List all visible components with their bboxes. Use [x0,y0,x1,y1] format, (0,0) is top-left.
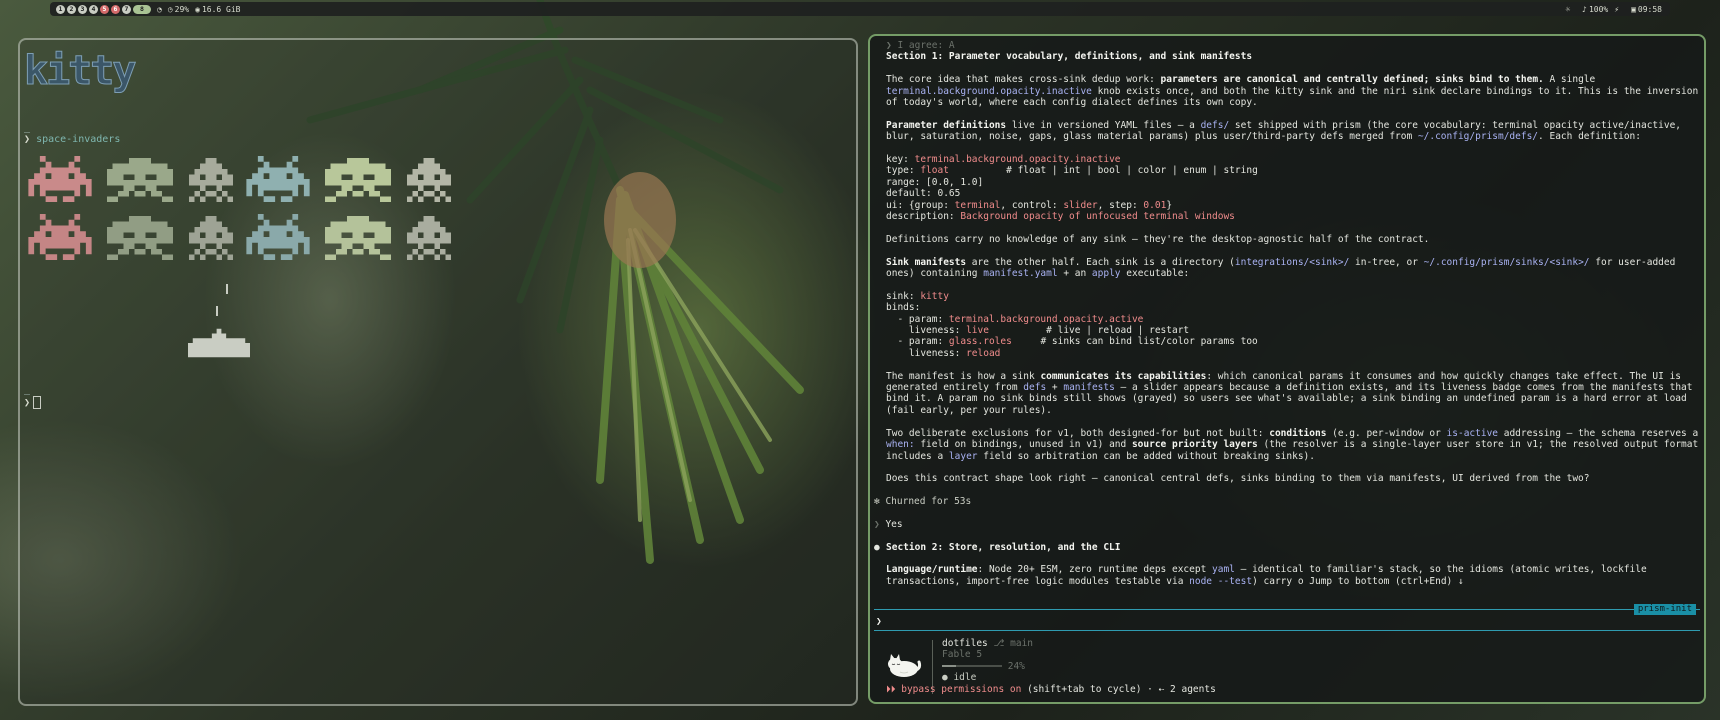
manifest-yaml-block: sink: kitty binds: - param: terminal.bac… [886,290,1258,359]
clock-icon: ▣ [1631,4,1636,14]
workspace-3[interactable]: 3 [78,4,87,14]
battery-value: 29% [174,4,190,14]
permissions-hint: (shift+tab to cycle) · ⇠ 2 agents [1021,684,1216,695]
underscore-line-2: _ [24,384,31,395]
right-terminal-window[interactable]: ❯ I agree: A Section 1: Parameter vocabu… [868,34,1706,704]
paragraph-language-runtime: Language/runtime: Node 20+ ESM, zero run… [886,564,1647,587]
paragraph-question: Does this contract shape look right — ca… [886,473,1590,485]
volume-value: 100% [1588,4,1609,14]
context-percent: 24% [1007,660,1025,672]
invader-crab-icon [246,156,310,202]
speed-indicator: ◔ [157,5,162,14]
context-progress-fill [942,665,957,668]
paragraph-core-idea: The core idea that makes cross-sink dedu… [886,74,1699,109]
section2-title: Section 2: Store, resolution, and the CL… [886,541,1121,553]
bypass-permissions-label: ⏵⏵ bypass permissions on [886,684,1022,695]
conversation-scrollback[interactable]: ❯ I agree: A Section 1: Parameter vocabu… [874,40,1704,599]
chat-input[interactable]: ❯ [876,616,882,627]
invader-octopus-icon [107,158,173,202]
repo-name: dotfiles [942,638,988,649]
player-cannon-icon [188,328,250,358]
definition-yaml-block: key: terminal.background.opacity.inactiv… [886,154,1258,223]
previous-prompt: ❯ I agree: A [886,40,955,51]
volume-icon: ♪ [1582,4,1587,14]
cursor [33,396,42,409]
clock-value: 09:58 [1637,4,1662,14]
battery-status: ◷ 29% [168,5,189,14]
idle-status: ● idle [942,672,977,684]
brightness-icon[interactable]: ☼ [1565,5,1570,14]
left-terminal-window[interactable]: kitty _ ❯ space-invaders _ ❯ [18,38,858,706]
section2-header: ● Section 2: Store, resolution, and the C… [874,541,1704,553]
model-name: Fable 5 [942,649,983,661]
workspace-list: 1 2 3 4 5 6 7 8 [56,4,151,14]
invader-squid-icon [189,216,233,260]
command-line: ❯ space-invaders [24,134,120,145]
context-progress-bar [942,665,1002,668]
paragraph-exclusions: Two deliberate exclusions for v1, both d… [886,427,1699,462]
bullet-icon [216,306,218,316]
workspace-4[interactable]: 4 [89,4,98,14]
memory-icon: ◉ [195,4,200,14]
memory-status: ◉ 16.6 GiB [195,5,240,14]
invader-squid-icon [189,158,233,202]
network-icon[interactable]: ⚡ [1614,5,1619,14]
invader-squid-icon [407,158,451,202]
battery-icon: ◷ [167,4,173,14]
user-reply: ❯ Yes [874,518,903,530]
command-text: space-invaders [36,134,121,145]
speed-icon: ◔ [157,4,162,14]
clock: ▣ 09:58 [1631,5,1662,14]
volume-status[interactable]: ♪ 100% [1582,5,1608,14]
bullet-dot-icon: ● [874,541,880,553]
workspace-7[interactable]: 7 [122,4,131,14]
session-tag: prism-init [1633,604,1696,615]
invader-crab-icon [28,156,92,202]
paragraph-parameter-definitions: Parameter definitions live in versioned … [886,119,1682,143]
workspace-5[interactable]: 5 [100,4,109,14]
paragraph-definitions-agnostic: Definitions carry no knowledge of any si… [886,233,1430,245]
sleeping-cat-icon [888,654,922,677]
input-bottom-separator [874,630,1700,631]
branch-name: ⎇ main [987,638,1034,649]
workspace-1[interactable]: 1 [56,4,65,14]
churned-status: ✻ Churned for 53s [874,496,972,508]
paragraph-sink-manifests: Sink manifests are the other half. Each … [886,256,1676,280]
invader-crab-icon [28,214,92,260]
invader-squid-icon [407,216,451,260]
input-top-separator [874,609,1700,610]
invader-octopus-icon [325,158,391,202]
session-status: dotfiles ⎇ main Fable 5 24% ● idle [942,638,1033,684]
invader-octopus-icon [325,216,391,260]
jump-to-bottom-hint[interactable]: Jump to bottom (ctrl+End) ↓ [1304,576,1463,587]
top-status-bar: 1 2 3 4 5 6 7 8 ◔ ◷ 29% ◉ 16.6 GiB ☼ ♪ 1… [50,2,1670,16]
section1-title: Section 1: Parameter vocabulary, definit… [886,51,1253,63]
kitty-ascii-logo: kitty [24,48,137,95]
workspace-6[interactable]: 6 [111,4,120,14]
prompt-symbol-2: ❯ [24,397,31,409]
invader-octopus-icon [107,216,173,260]
input-prompt-symbol: ❯ [876,616,882,627]
prompt-symbol: ❯ [24,134,31,145]
memory-value: 16.6 GiB [201,4,241,14]
permissions-mode-line[interactable]: ⏵⏵ bypass permissions on (shift+tab to c… [886,684,1216,695]
bullet-icon [226,284,228,294]
invader-crab-icon [246,214,310,260]
underscore-line: _ [24,122,31,133]
workspace-2[interactable]: 2 [67,4,76,14]
context-usage: 24% [942,661,1033,672]
empty-prompt-line[interactable]: ❯ [24,396,42,409]
paragraph-manifest-capabilities: The manifest is how a sink communicates … [886,370,1693,416]
workspace-8[interactable]: 8 [133,4,151,14]
